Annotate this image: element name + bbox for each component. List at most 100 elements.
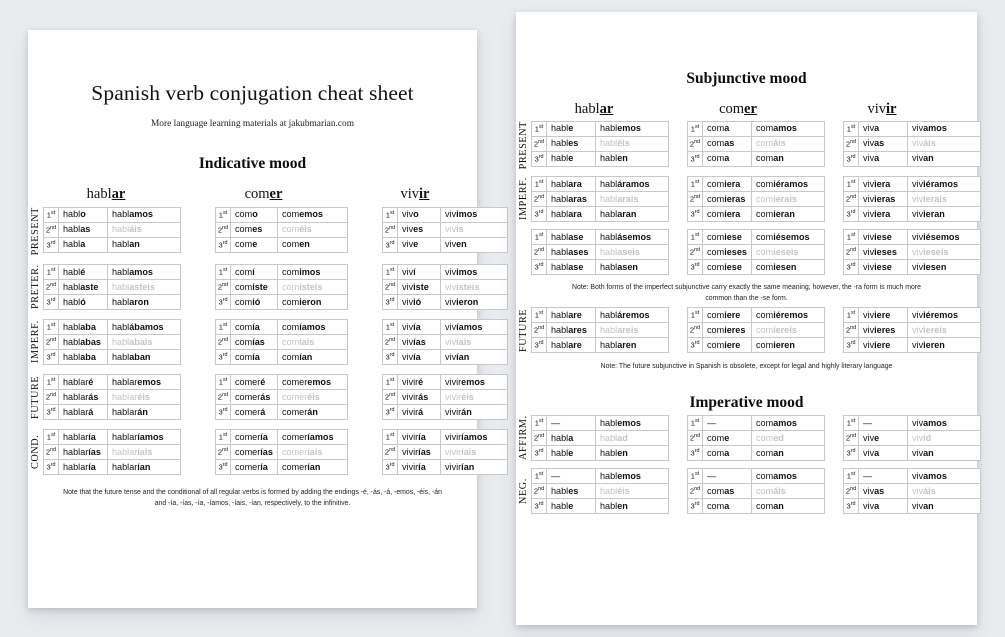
person-label: 3rd bbox=[382, 294, 398, 311]
conjugation-cell-empty: — bbox=[702, 468, 752, 485]
table-row: 2nd hables habléis bbox=[531, 483, 669, 500]
form-ending: ía bbox=[260, 431, 268, 442]
form-stem: viv bbox=[912, 261, 924, 272]
conjugation-table-subj_present-hablar: 1st hable hablemos 2nd hables habléis 3rd hable… bbox=[531, 121, 669, 167]
conjugation-cell: hablen bbox=[595, 151, 669, 167]
form-stem: com bbox=[707, 153, 725, 164]
conjugation-cell: comían bbox=[277, 349, 348, 366]
form-stem: com bbox=[707, 138, 725, 149]
conjugation-cell: hablará bbox=[58, 404, 108, 421]
form-stem: viv bbox=[402, 281, 414, 292]
form-stem: habl bbox=[63, 321, 81, 332]
person-label: 2nd bbox=[215, 334, 231, 351]
conjugation-cell: hablemos bbox=[595, 415, 669, 432]
person-label: 2nd bbox=[43, 279, 59, 296]
form-stem: com bbox=[707, 246, 725, 257]
verb-stem: com bbox=[719, 101, 745, 117]
form-stem: com bbox=[235, 281, 253, 292]
conjugation-cell: vivieseis bbox=[907, 244, 981, 261]
conjugation-cell: viviríais bbox=[440, 444, 508, 461]
person-label: 3rd bbox=[531, 445, 547, 462]
form-ending: ed bbox=[773, 432, 784, 443]
conjugation-cell: comemos bbox=[277, 207, 348, 223]
form-stem: habl bbox=[600, 231, 618, 242]
person-label: 1st bbox=[215, 374, 231, 391]
form-stem: com bbox=[756, 246, 774, 257]
conjugation-cell: comeremos bbox=[277, 374, 348, 391]
tense-block-subj_future: FUTURE 1st hablare habláremos 2nd hablares hab… bbox=[516, 307, 981, 354]
conjugation-cell: comimos bbox=[277, 264, 348, 281]
form-stem: com bbox=[707, 208, 725, 219]
conjugation-cell: vivieron bbox=[440, 294, 508, 311]
form-stem: hablar bbox=[112, 376, 138, 387]
conjugation-cell: comía bbox=[230, 349, 278, 366]
form-ending: ió bbox=[252, 296, 261, 307]
conjugation-cell: hablemos bbox=[595, 121, 669, 137]
table-row: 3rd hablase hablasen bbox=[531, 259, 669, 276]
person-label: 2nd bbox=[382, 279, 398, 296]
conjugation-cell: viviesen bbox=[907, 259, 981, 276]
form-ending: aron bbox=[129, 296, 149, 307]
verb-stem: habl bbox=[86, 186, 112, 202]
form-stem: comer bbox=[235, 376, 261, 387]
form-ending: ía bbox=[252, 351, 260, 362]
form-ending: abais bbox=[129, 336, 153, 347]
form-ending: éis bbox=[461, 391, 474, 402]
table-row: 2nd hablabas hablabais bbox=[43, 334, 181, 351]
form-ending: áis bbox=[773, 138, 786, 149]
form-ending: aran bbox=[617, 208, 637, 219]
conjugation-cell: comerías bbox=[230, 444, 278, 461]
conjugation-cell: comía bbox=[230, 319, 278, 336]
conjugation-cell: hablabais bbox=[107, 334, 181, 351]
conjugation-cell: hablan bbox=[107, 237, 181, 253]
form-ending: ió bbox=[413, 296, 422, 307]
person-label: 3rd bbox=[843, 445, 859, 462]
form-ending: imos bbox=[456, 266, 478, 277]
form-ending: ía bbox=[88, 431, 96, 442]
form-ending: a bbox=[874, 153, 880, 164]
form-ending: an bbox=[129, 239, 140, 250]
form-stem: comer bbox=[282, 406, 308, 417]
conjugation-cell: comamos bbox=[751, 121, 825, 137]
conjugation-table-ind_preterite-hablar: 1st hablé hablamos 2nd hablaste hablasteis 3rd… bbox=[43, 264, 181, 311]
verb-heading-vivir: vivir bbox=[819, 101, 945, 118]
conjugation-cell: vive bbox=[397, 237, 441, 253]
conjugation-cell: hablaras bbox=[546, 191, 596, 208]
form-stem: habl bbox=[63, 336, 81, 347]
form-ending: isteis bbox=[299, 281, 323, 292]
conjugation-cell: hablare bbox=[546, 307, 596, 324]
form-stem: habl bbox=[551, 138, 569, 149]
table-row: 1st viviese viviésemos bbox=[843, 229, 981, 246]
form-ending: ieren bbox=[773, 339, 795, 350]
form-ending: íais bbox=[137, 446, 153, 457]
person-label: 2nd bbox=[382, 444, 398, 461]
conjugation-cell: vivo bbox=[397, 207, 441, 223]
form-ending: íamos bbox=[299, 321, 326, 332]
person-label: 1st bbox=[843, 176, 859, 193]
person-label: 3rd bbox=[687, 206, 703, 223]
table-row: 3rd coma coman bbox=[687, 498, 825, 515]
person-label: 3rd bbox=[382, 459, 398, 476]
form-ending: án bbox=[461, 406, 472, 417]
conjugation-table-subj_imperfect_se-hablar: 1st hablase hablásemos 2nd hablases hablaseis… bbox=[531, 229, 669, 276]
form-stem: vivir bbox=[445, 461, 462, 472]
person-label: 2nd bbox=[843, 430, 859, 447]
verb-header-row: hablar comer vivir bbox=[28, 173, 492, 203]
conjugation-cell: vives bbox=[397, 222, 441, 238]
table-row: 2nd vive vivid bbox=[843, 430, 981, 447]
form-ending: ierais bbox=[923, 193, 947, 204]
table-row: 3rd hablaría hablarían bbox=[43, 459, 181, 476]
person-label: 1st bbox=[687, 415, 703, 432]
conjugation-cell: vivimos bbox=[440, 264, 508, 281]
table-row: 1st — vivamos bbox=[843, 468, 981, 485]
person-label: 1st bbox=[843, 307, 859, 324]
tense-block-ind_future: FUTURE 1st hablaré hablaremos 2nd hablarás hab… bbox=[28, 374, 508, 421]
conjugation-cell: hablamos bbox=[107, 264, 181, 281]
conjugation-cell: hablarías bbox=[58, 444, 108, 461]
form-stem: com bbox=[707, 309, 725, 320]
person-label: 3rd bbox=[687, 337, 703, 354]
form-stem: vivir bbox=[445, 406, 462, 417]
form-stem: habl bbox=[63, 266, 81, 277]
conjugation-cell: comiera bbox=[702, 176, 752, 193]
table-row: 3rd vive viven bbox=[382, 237, 508, 253]
